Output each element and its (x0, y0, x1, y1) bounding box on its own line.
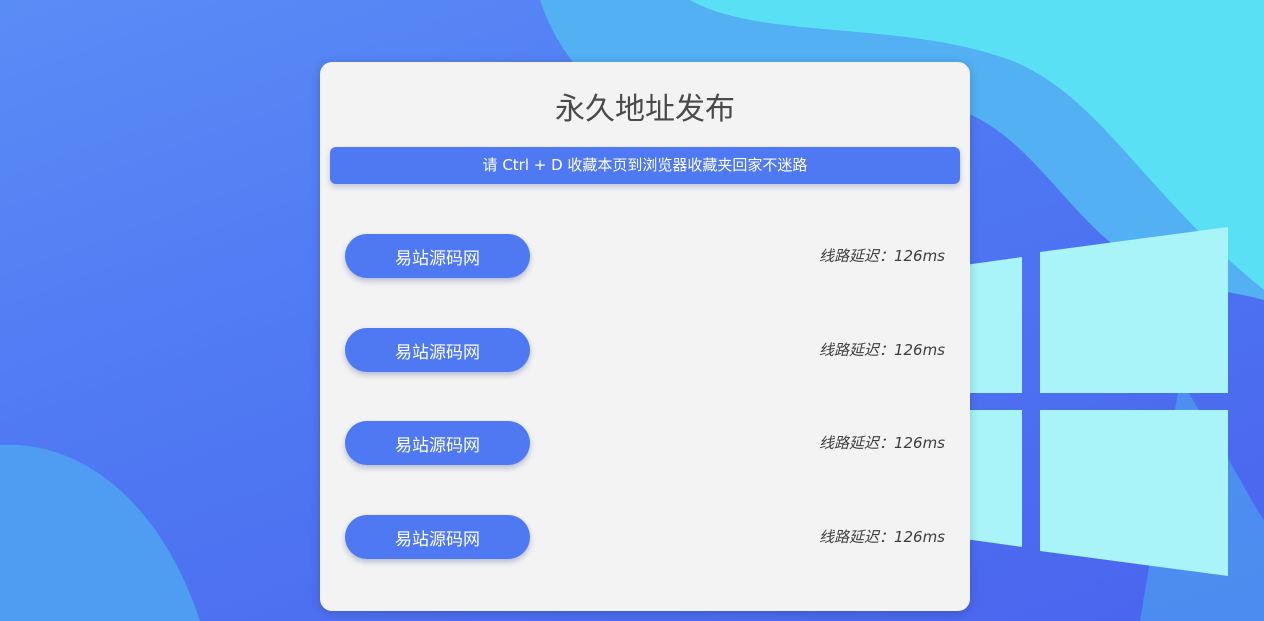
background-wave-bottom-left (0, 444, 200, 621)
line-latency-3: 线路延迟：126ms (818, 434, 945, 452)
line-button-3[interactable]: 易站源码网 (345, 421, 530, 465)
line-row-3: 易站源码网 线路延迟：126ms (345, 421, 945, 465)
line-button-2[interactable]: 易站源码网 (345, 328, 530, 372)
line-button-1[interactable]: 易站源码网 (345, 234, 530, 278)
line-latency-1: 线路延迟：126ms (818, 247, 945, 265)
line-row-4: 易站源码网 线路延迟：126ms (345, 515, 945, 559)
line-latency-4: 线路延迟：126ms (818, 528, 945, 546)
address-card: 永久地址发布 请 Ctrl + D 收藏本页到浏览器收藏夹回家不迷路 易站源码网… (320, 62, 970, 611)
page-title: 永久地址发布 (555, 92, 735, 127)
bookmark-notice: 请 Ctrl + D 收藏本页到浏览器收藏夹回家不迷路 (330, 147, 960, 184)
line-row-1: 易站源码网 线路延迟：126ms (345, 234, 945, 278)
line-latency-2: 线路延迟：126ms (818, 341, 945, 359)
line-button-4[interactable]: 易站源码网 (345, 515, 530, 559)
line-row-2: 易站源码网 线路延迟：126ms (345, 328, 945, 372)
